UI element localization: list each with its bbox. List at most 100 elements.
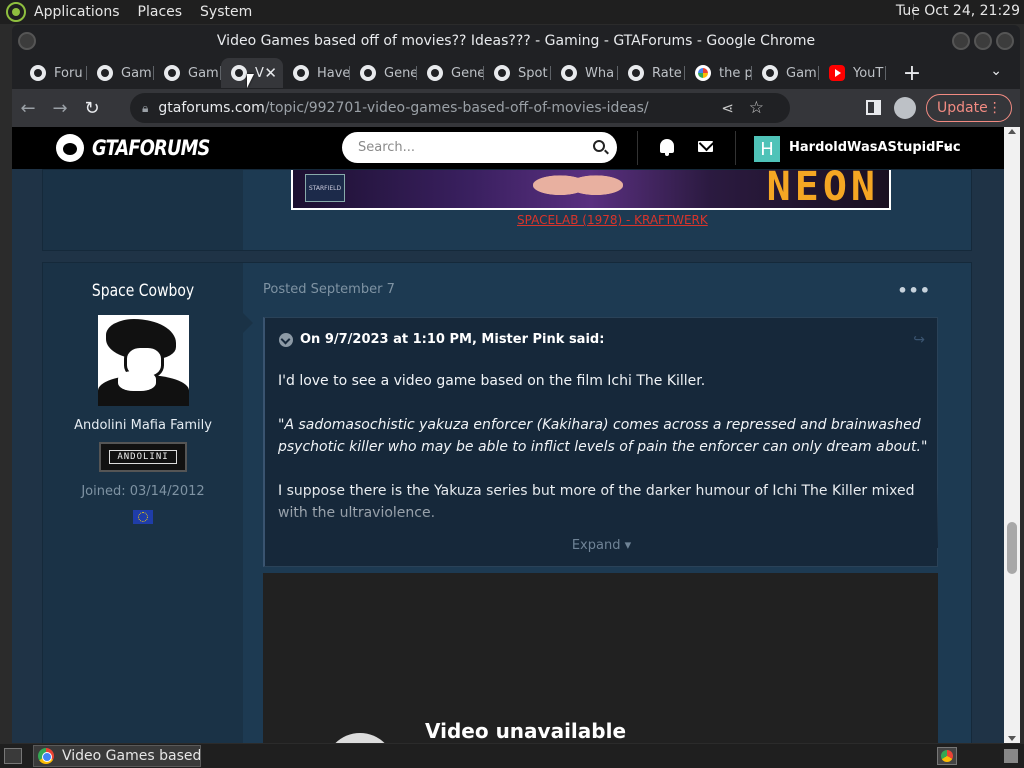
tab-11[interactable]: the p — [685, 58, 752, 88]
browser-toolbar: ← → ↻ 🔒︎ gtaforums.com/topic/992701-vide… — [12, 89, 1020, 127]
author-name[interactable]: Space Cowboy — [61, 281, 225, 301]
taskbar-window-button[interactable]: Video Games based ... — [33, 745, 201, 767]
profile-avatar-icon[interactable] — [894, 97, 916, 119]
menu-places[interactable]: Places — [138, 4, 183, 20]
desktop-taskbar: Video Games based ... — [0, 744, 1024, 768]
tab-search-chevron-icon[interactable]: ⌄ — [990, 63, 1002, 79]
minimize-button[interactable] — [952, 32, 970, 50]
video-message: Video unavailable — [425, 719, 627, 743]
tab-label: Gam — [121, 65, 152, 81]
tab-5[interactable]: Have — [283, 58, 350, 88]
window-titlebar[interactable]: Video Games based off of movies?? Ideas?… — [12, 25, 1020, 57]
tab-label: Spot — [518, 65, 548, 81]
url-path: /topic/992701-video-games-based-off-of-m… — [264, 100, 649, 116]
tray-chrome-icon[interactable] — [937, 747, 957, 765]
previous-post-author-column — [43, 170, 243, 250]
tab-label: Gene — [451, 65, 484, 81]
messages-envelope-icon[interactable] — [698, 141, 713, 152]
tab-2[interactable]: Gam — [87, 58, 154, 88]
eu-flag-icon — [133, 510, 153, 524]
search-placeholder: Search... — [358, 140, 416, 155]
tab-label: Gam — [188, 65, 219, 81]
tab-label: V — [255, 65, 264, 81]
close-tab-icon[interactable]: ✕ — [264, 64, 277, 82]
video-unavailable-icon — [325, 733, 395, 743]
gtaforums-favicon-icon — [494, 65, 510, 81]
scroll-up-arrow-icon[interactable] — [1008, 129, 1016, 134]
site-logo[interactable]: GTAFORUMS — [56, 134, 230, 162]
gtaforums-favicon-icon — [30, 65, 46, 81]
tab-6[interactable]: Gene — [350, 58, 417, 88]
share-icon[interactable]: ⋖ — [721, 99, 734, 117]
tab-12[interactable]: Gam — [752, 58, 819, 88]
tab-10[interactable]: Rate — [618, 58, 685, 88]
search-input[interactable]: Search... — [342, 132, 617, 163]
gtaforums-favicon-icon — [97, 65, 113, 81]
tab-label: YouT — [853, 65, 884, 81]
lock-icon[interactable]: 🔒︎ — [142, 101, 148, 116]
gtaforums-favicon-icon — [231, 65, 247, 81]
gtaforums-favicon-icon — [628, 65, 644, 81]
workspace-switcher-icon[interactable] — [1004, 749, 1018, 763]
signature-banner-image[interactable]: STARFIELD NEON — [291, 170, 891, 210]
gtaforums-favicon-icon — [164, 65, 180, 81]
post-date[interactable]: Posted September 7 — [263, 282, 395, 297]
tab-13[interactable]: YouT — [819, 58, 886, 88]
embedded-video[interactable]: Video unavailable — [263, 573, 938, 743]
taskbar-window-label: Video Games based ... — [62, 748, 201, 764]
menu-system[interactable]: System — [200, 4, 252, 20]
signature-link[interactable]: SPACELAB (1978) - KRAFTWERK — [517, 213, 708, 227]
scroll-down-arrow-icon[interactable] — [1008, 736, 1016, 741]
user-menu-name[interactable]: HardoldWasAStupidFuc — [789, 140, 961, 155]
update-button[interactable]: Update ⋮ — [926, 94, 1012, 122]
maximize-button[interactable] — [974, 32, 992, 50]
tab-1[interactable]: Foru — [20, 58, 87, 88]
new-tab-plus-icon[interactable]: + — [900, 61, 924, 86]
page-scrollbar[interactable] — [1004, 127, 1020, 743]
address-bar[interactable]: 🔒︎ gtaforums.com/topic/992701-video-game… — [130, 93, 790, 123]
search-icon[interactable] — [593, 140, 605, 152]
forward-arrow-icon[interactable]: → — [44, 98, 76, 119]
mouse-cursor-icon — [247, 74, 254, 88]
kebab-menu-icon[interactable]: ⋮ — [988, 100, 1002, 116]
gtaforums-logo-icon — [56, 134, 84, 162]
collapse-chevron-icon[interactable] — [279, 332, 293, 347]
gtaforums-favicon-icon — [762, 65, 778, 81]
reload-icon[interactable]: ↻ — [76, 98, 108, 119]
user-menu-caret-icon[interactable] — [944, 146, 950, 150]
gtaforums-favicon-icon — [561, 65, 577, 81]
notifications-bell-icon[interactable] — [660, 139, 674, 156]
quote-citation: On 9/7/2023 at 1:10 PM, Mister Pink said… — [300, 332, 605, 347]
update-label: Update — [937, 100, 988, 116]
youtube-favicon-icon — [829, 65, 845, 81]
page-viewport: STARFIELD NEON SPACELAB (1978) - KRAFTWE… — [12, 127, 1020, 743]
logo-wordmark: GTAFORUMS — [92, 136, 210, 160]
banner-artwork — [533, 170, 623, 208]
close-window-button[interactable] — [996, 32, 1014, 50]
side-panel-icon[interactable] — [866, 100, 881, 115]
distro-logo-icon[interactable] — [6, 2, 26, 22]
expand-button[interactable]: Expand ▾ — [265, 538, 938, 553]
quote-link-arrow-icon[interactable]: ↪ — [913, 332, 925, 348]
menu-applications[interactable]: Applications — [34, 4, 120, 20]
caret-down-icon: ▾ — [624, 538, 632, 553]
post-author-column: Space Cowboy Andolini Mafia Family ANDOL… — [43, 263, 253, 743]
bookmark-star-icon[interactable]: ☆ — [749, 98, 764, 118]
quote-header[interactable]: On 9/7/2023 at 1:10 PM, Mister Pink said… — [279, 332, 604, 347]
desktop-top-panel: Applications Places System Tue Oct 24, 2… — [0, 0, 1024, 24]
window-title: Video Games based off of movies?? Ideas?… — [216, 33, 816, 49]
user-avatar[interactable]: H — [754, 136, 780, 162]
tab-9[interactable]: Wha — [551, 58, 618, 88]
back-arrow-icon[interactable]: ← — [12, 98, 44, 119]
tab-7[interactable]: Gene — [417, 58, 484, 88]
post-options-ellipsis-icon[interactable]: ••• — [897, 281, 931, 300]
scrollbar-thumb[interactable] — [1007, 522, 1017, 574]
tab-3[interactable]: Gam — [154, 58, 221, 88]
show-desktop-icon[interactable] — [4, 748, 22, 764]
avatar[interactable] — [98, 315, 189, 406]
window-menu-button[interactable] — [18, 32, 36, 50]
clock[interactable]: Tue Oct 24, 21:29 — [896, 3, 1020, 19]
url-host: gtaforums.com — [158, 100, 265, 116]
forum-post: Space Cowboy Andolini Mafia Family ANDOL… — [42, 262, 972, 743]
tab-8[interactable]: Spot — [484, 58, 551, 88]
